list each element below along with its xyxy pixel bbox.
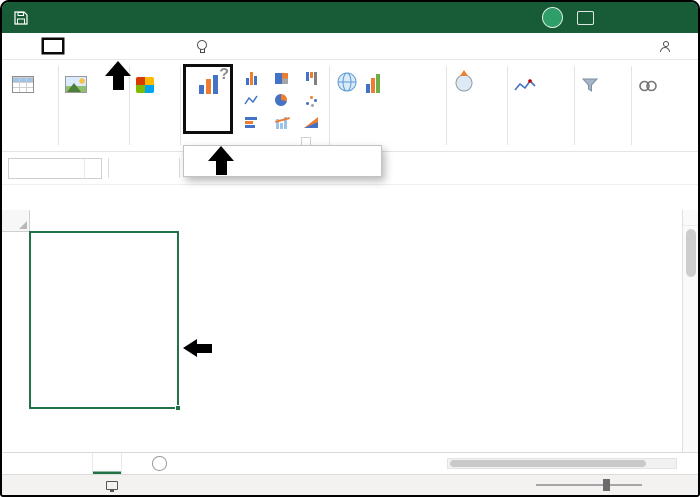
area-chart-icon (304, 116, 318, 128)
display-settings-button[interactable] (106, 481, 124, 490)
tab-file[interactable] (8, 40, 26, 52)
tab-developer[interactable] (152, 40, 170, 52)
ribbon-group-tours (447, 62, 507, 151)
scatter-chart-icon (305, 94, 318, 107)
tab-data[interactable] (98, 40, 116, 52)
insert-line-chart-button[interactable] (237, 94, 267, 106)
treemap-chart-icon (275, 73, 288, 84)
horizontal-scrollbar[interactable] (431, 453, 693, 474)
select-all-button[interactable] (2, 210, 30, 232)
title-bar (2, 2, 698, 33)
ribbon-group-tables (6, 62, 58, 151)
line-chart-icon (244, 94, 258, 106)
ribbon-group-links (632, 62, 698, 151)
insert-bar-chart-button[interactable] (237, 117, 267, 128)
insert-scatter-chart-button[interactable] (297, 94, 327, 107)
ribbon-display-options-icon[interactable] (577, 11, 594, 25)
status-bar (2, 474, 698, 495)
sparkline-icon (514, 67, 536, 93)
sheet-tab-sheet1[interactable] (92, 453, 122, 474)
lightbulb-icon (197, 40, 206, 53)
pivotchart-button[interactable] (362, 64, 384, 134)
3d-map-icon (453, 67, 475, 93)
horizontal-scroll-track[interactable] (447, 458, 677, 469)
selection-outline (29, 231, 179, 409)
horizontal-scroll-thumb[interactable] (450, 460, 646, 467)
waterfall-chart-icon (306, 72, 317, 85)
worksheet (2, 210, 698, 452)
name-box[interactable] (8, 158, 102, 179)
ribbon-group-sparklines (508, 62, 574, 151)
vertical-scroll-thumb[interactable] (686, 229, 696, 277)
insert-combo-chart-button[interactable] (267, 116, 297, 129)
save-icon[interactable] (14, 11, 28, 25)
new-sheet-button[interactable] (152, 456, 167, 471)
sparklines-button[interactable] (510, 64, 540, 134)
tab-review[interactable] (116, 40, 134, 52)
insert-column-chart-button[interactable] (237, 72, 267, 85)
pie-chart-icon (275, 94, 287, 106)
ribbon-group-maps-pivotchart (330, 62, 446, 151)
zoom-slider-thumb[interactable] (603, 479, 610, 491)
minimize-button[interactable] (595, 2, 628, 33)
column-headers (2, 210, 682, 232)
annotation-arrow-insert-tab (105, 61, 131, 90)
globe-map-icon (336, 67, 358, 93)
insert-hierarchy-chart-button[interactable] (267, 73, 297, 84)
ribbon-tab-row (2, 33, 698, 60)
excel-window: ? (0, 0, 700, 497)
tab-insert[interactable] (44, 40, 62, 52)
column-chart-icon (246, 72, 257, 85)
annotation-arrow-recommended-charts (208, 146, 234, 175)
ribbon-group-addins (130, 62, 180, 151)
tab-help[interactable] (170, 40, 188, 52)
tab-view[interactable] (134, 40, 152, 52)
filters-button[interactable] (577, 64, 603, 134)
tab-home[interactable] (26, 40, 44, 52)
zoom-slider[interactable] (536, 484, 642, 486)
scroll-up-icon[interactable] (683, 210, 698, 226)
vertical-scrollbar[interactable] (682, 210, 698, 452)
recommended-charts-annotation-box: ? (183, 64, 233, 134)
share-button[interactable] (651, 35, 684, 58)
addins-button[interactable] (132, 64, 158, 134)
tab-formulas[interactable] (80, 40, 98, 52)
close-button[interactable] (663, 2, 696, 33)
pivotchart-icon (366, 67, 380, 93)
sheet-tab-bar (2, 452, 698, 474)
insert-area-chart-button[interactable] (297, 116, 327, 128)
3d-map-button[interactable] (449, 64, 479, 134)
addins-icon (136, 77, 154, 93)
maps-button[interactable] (332, 64, 362, 134)
chart-type-buttons (237, 67, 327, 134)
person-icon (660, 41, 670, 52)
spacer (2, 185, 698, 210)
recommended-charts-icon: ? (190, 70, 226, 94)
ribbon-group-filters (575, 62, 631, 151)
divider (108, 158, 109, 178)
illustrations-button[interactable] (61, 64, 91, 134)
name-box-dropdown-icon[interactable] (84, 159, 101, 178)
bar-chart-icon (245, 117, 257, 128)
tab-tell-me[interactable] (188, 34, 220, 59)
insert-pie-chart-button[interactable] (267, 94, 297, 106)
display-settings-icon (106, 481, 118, 490)
link-button[interactable] (634, 64, 662, 134)
avatar[interactable] (542, 7, 563, 28)
ribbon-group-charts: ? (181, 62, 329, 151)
insert-waterfall-chart-button[interactable] (297, 72, 327, 85)
link-icon (638, 67, 658, 93)
divider (179, 158, 180, 178)
picture-icon (65, 76, 87, 93)
maximize-button[interactable] (629, 2, 662, 33)
annotation-arrow-data-range (183, 339, 212, 357)
zoom-controls (528, 484, 690, 486)
tables-button[interactable] (8, 64, 38, 134)
table-icon (12, 76, 34, 93)
tab-page-layout[interactable] (62, 40, 80, 52)
combo-chart-icon (276, 116, 287, 129)
recommended-charts-button[interactable]: ? (186, 67, 230, 131)
fill-handle[interactable] (175, 405, 181, 411)
funnel-icon (581, 67, 599, 93)
